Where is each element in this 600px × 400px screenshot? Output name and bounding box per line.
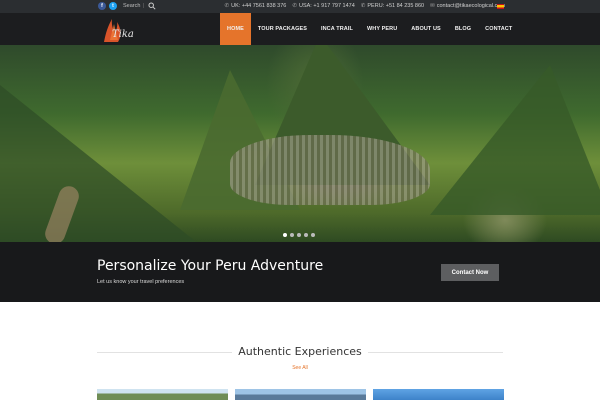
- experience-card[interactable]: [235, 389, 366, 400]
- search-link[interactable]: Search: [123, 3, 140, 9]
- mail-icon: ✉: [430, 3, 435, 9]
- nav-about-us[interactable]: ABOUT US: [404, 13, 448, 45]
- nav-home[interactable]: HOME: [220, 13, 251, 45]
- phone-icon: ✆: [360, 3, 366, 9]
- social-links: f t: [98, 2, 117, 10]
- nav-contact[interactable]: CONTACT: [478, 13, 519, 45]
- experience-card[interactable]: [373, 389, 504, 400]
- search-icon[interactable]: [148, 2, 156, 10]
- top-utility-bar: f t Search | ✆ UK: +44 7561 838 376 ✆ USA:…: [0, 0, 600, 13]
- nav-blog[interactable]: BLOG: [448, 13, 478, 45]
- slider-dot[interactable]: [311, 233, 315, 237]
- promo-subtitle: Let us know your travel preferences: [97, 279, 185, 285]
- slider-pagination: [283, 233, 315, 237]
- see-all-link[interactable]: See All: [280, 365, 320, 371]
- contact-now-button[interactable]: Contact Now: [441, 264, 499, 281]
- phone-icon: ✆: [292, 3, 297, 9]
- slider-dot[interactable]: [283, 233, 287, 237]
- nav-tour-packages[interactable]: TOUR PACKAGES: [251, 13, 314, 45]
- experience-card[interactable]: [97, 389, 228, 400]
- divider: |: [143, 3, 145, 9]
- contact-info: ✆ UK: +44 7561 838 376 ✆ USA: +1 917 797 1…: [225, 3, 505, 9]
- slider-dot[interactable]: [304, 233, 308, 237]
- spanish-flag-icon[interactable]: [497, 4, 504, 9]
- contact-email[interactable]: ✉ contact@tikaecological.com: [430, 3, 505, 9]
- hero-hill-right: [430, 65, 600, 215]
- hero-hill-left: [0, 85, 200, 242]
- slider-dot[interactable]: [290, 233, 294, 237]
- hero-slider-image[interactable]: [0, 45, 600, 242]
- twitter-icon[interactable]: t: [109, 2, 117, 10]
- logo-text[interactable]: Tika: [112, 29, 134, 40]
- facebook-icon[interactable]: f: [98, 2, 106, 10]
- contact-peru[interactable]: ✆ PERU: +51 84 235 860: [361, 3, 424, 9]
- slider-dot[interactable]: [297, 233, 301, 237]
- phone-icon: ✆: [224, 3, 230, 9]
- promo-title: Personalize Your Peru Adventure: [97, 258, 324, 274]
- nav-inca-trail[interactable]: INCA TRAIL: [314, 13, 360, 45]
- nav-why-peru[interactable]: WHY PERU: [360, 13, 404, 45]
- section-title: Authentic Experiences: [238, 345, 362, 358]
- contact-uk[interactable]: ✆ UK: +44 7561 838 376: [225, 3, 287, 9]
- contact-usa[interactable]: ✆ USA: +1 917 797 1474: [292, 3, 354, 9]
- primary-nav: HOME TOUR PACKAGES INCA TRAIL WHY PERU A…: [220, 13, 519, 45]
- hero-ruins: [230, 135, 430, 205]
